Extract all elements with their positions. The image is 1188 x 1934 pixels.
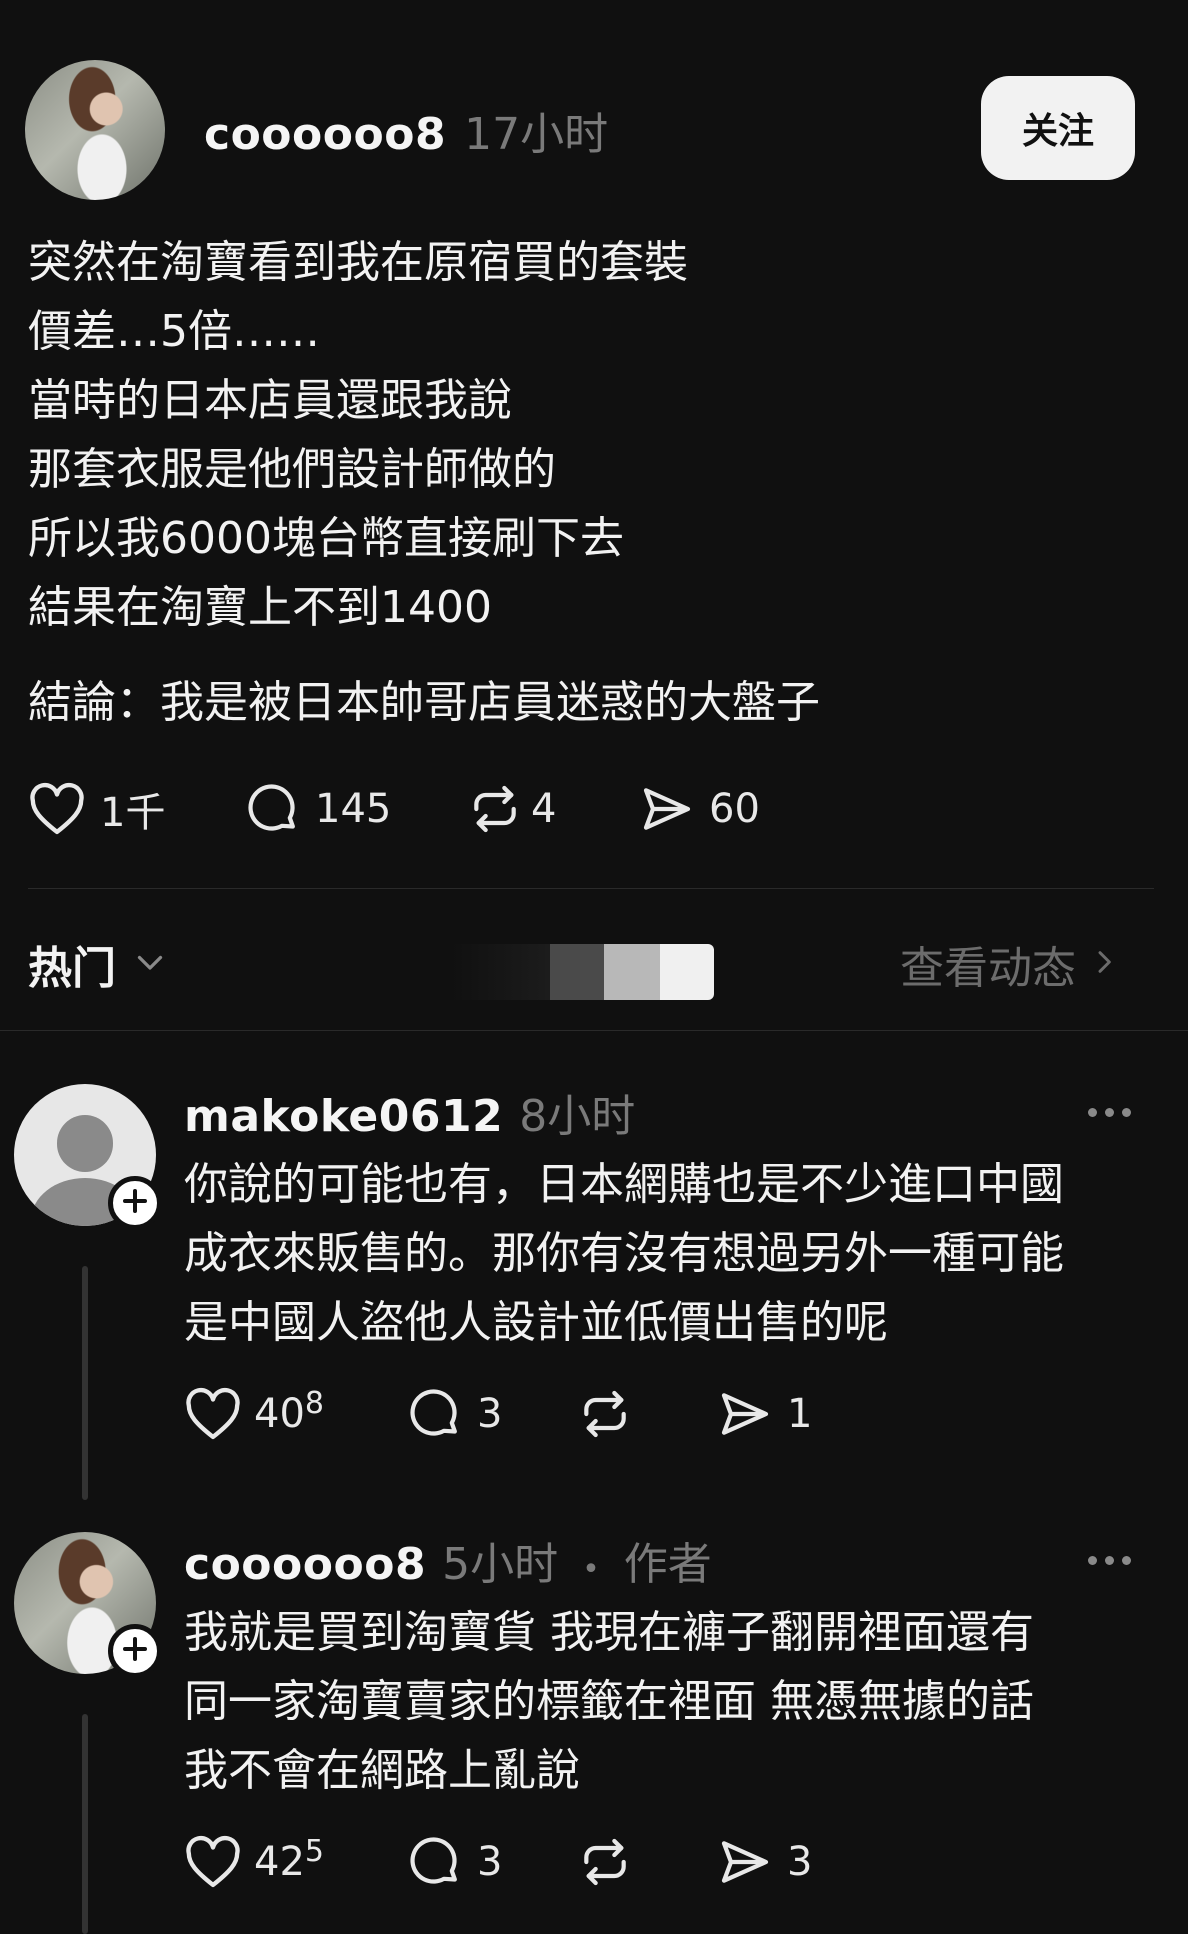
comment-button[interactable]: 3 — [407, 1834, 577, 1890]
more-options-icon[interactable] — [1088, 1556, 1131, 1565]
post-text-line: 當時的日本店員還跟我說 — [28, 375, 512, 426]
repost-count: 4 — [531, 786, 557, 832]
like-count: 425 — [254, 1834, 324, 1885]
post-author-username[interactable]: coooooo8 — [204, 109, 446, 160]
follow-plus-badge[interactable] — [108, 1176, 162, 1230]
send-icon — [717, 1834, 773, 1890]
reply-username[interactable]: coooooo8 — [184, 1539, 426, 1590]
repost-icon — [577, 1386, 633, 1442]
reply-actions: 425 3 3 — [184, 1834, 812, 1890]
view-activity-label: 查看动态 — [900, 943, 1076, 994]
plus-icon — [120, 1634, 150, 1668]
like-button[interactable]: 408 — [184, 1386, 407, 1441]
reply-text-line: 我就是買到淘寶貨 我現在褲子翻開裡面還有 — [184, 1607, 1034, 1658]
chevron-right-icon — [1088, 944, 1120, 984]
reply-time: 8小时 — [519, 1091, 636, 1142]
plus-icon — [120, 1186, 150, 1220]
reply-body: 你說的可能也有，日本網購也是不少進口中國 成衣來販售的。那你有沒有想過另外一種可… — [184, 1150, 1064, 1357]
heart-icon — [184, 1387, 242, 1441]
post-actions: 1千 145 4 60 — [28, 780, 760, 838]
post-text-line: 價差…5倍…… — [28, 306, 320, 357]
reply-text-line: 我不會在網路上亂說 — [184, 1745, 580, 1796]
send-icon — [639, 781, 695, 837]
comment-button[interactable]: 3 — [407, 1386, 577, 1442]
send-icon — [717, 1386, 773, 1442]
comment-bubble-icon — [407, 1386, 463, 1442]
reply-text-line: 是中國人盜他人設計並低價出售的呢 — [184, 1297, 888, 1348]
comment-bubble-icon — [407, 1834, 463, 1890]
comment-count: 145 — [315, 786, 392, 832]
post-text-line: 突然在淘寶看到我在原宿買的套裝 — [28, 237, 688, 288]
reply-text-line: 你說的可能也有，日本網購也是不少進口中國 — [184, 1159, 1064, 1210]
reply-time: 5小时 — [442, 1539, 559, 1590]
follow-plus-badge[interactable] — [108, 1624, 162, 1678]
like-count: 1千 — [100, 790, 166, 836]
view-activity-link[interactable]: 查看动态 — [900, 932, 1120, 996]
reply: coooooo8 5小时 • 作者 我就是買到淘寶貨 我現在褲子翻開裡面還有 同… — [0, 1528, 1188, 1934]
post-body: 突然在淘寶看到我在原宿買的套裝 價差…5倍…… 當時的日本店員還跟我說 那套衣服… — [28, 228, 820, 737]
repost-button[interactable] — [577, 1834, 717, 1890]
reply-text-line: 同一家淘寶賣家的標籤在裡面 無憑無據的話 — [184, 1676, 1034, 1727]
chevron-down-icon — [132, 944, 168, 984]
comment-count: 3 — [477, 1839, 503, 1885]
post-time: 17小时 — [464, 109, 609, 160]
heart-icon — [28, 782, 86, 836]
repost-button[interactable]: 4 — [467, 781, 639, 837]
thread-line — [82, 1714, 88, 1934]
post-text-line: 那套衣服是他們設計師做的 — [28, 444, 556, 495]
author-tag: 作者 — [623, 1539, 712, 1590]
more-options-icon[interactable] — [1088, 1108, 1131, 1117]
share-button[interactable]: 3 — [717, 1834, 812, 1890]
thread-line — [82, 1266, 88, 1500]
share-button[interactable]: 1 — [717, 1386, 812, 1442]
reply-body: 我就是買到淘寶貨 我現在褲子翻開裡面還有 同一家淘寶賣家的標籤在裡面 無憑無據的… — [184, 1598, 1034, 1805]
follow-button[interactable]: 关注 — [981, 76, 1135, 180]
share-count: 3 — [787, 1839, 813, 1885]
divider — [0, 1030, 1188, 1031]
reply-username[interactable]: makoke0612 — [184, 1091, 503, 1142]
reply-text-line: 成衣來販售的。那你有沒有想過另外一種可能 — [184, 1228, 1064, 1279]
share-count: 1 — [787, 1391, 813, 1437]
comment-bubble-icon — [245, 781, 301, 837]
like-button[interactable]: 1千 — [28, 780, 245, 838]
like-count: 408 — [254, 1386, 324, 1437]
post-text-line: 結果在淘寶上不到1400 — [28, 582, 492, 633]
repost-icon — [577, 1834, 633, 1890]
post-text-line: 所以我6000塊台幣直接刷下去 — [28, 513, 624, 564]
reply: makoke0612 8小时 你說的可能也有，日本網購也是不少進口中國 成衣來販… — [0, 1080, 1188, 1500]
comment-count: 3 — [477, 1391, 503, 1437]
share-button[interactable]: 60 — [639, 781, 760, 837]
like-button[interactable]: 425 — [184, 1834, 407, 1889]
separator-dot: • — [582, 1552, 600, 1587]
divider — [28, 888, 1154, 889]
blurred-region — [450, 944, 714, 1000]
share-count: 60 — [709, 786, 760, 832]
post-conclusion: 結論：我是被日本帥哥店員迷惑的大盤子 — [28, 677, 820, 728]
comment-button[interactable]: 145 — [245, 781, 467, 837]
sort-dropdown[interactable]: 热门 — [28, 932, 168, 996]
repost-icon — [467, 781, 523, 837]
post-author-avatar[interactable] — [25, 60, 165, 200]
reply-actions: 408 3 1 — [184, 1386, 812, 1442]
sort-label: 热门 — [28, 943, 116, 994]
repost-button[interactable] — [577, 1386, 717, 1442]
heart-icon — [184, 1835, 242, 1889]
